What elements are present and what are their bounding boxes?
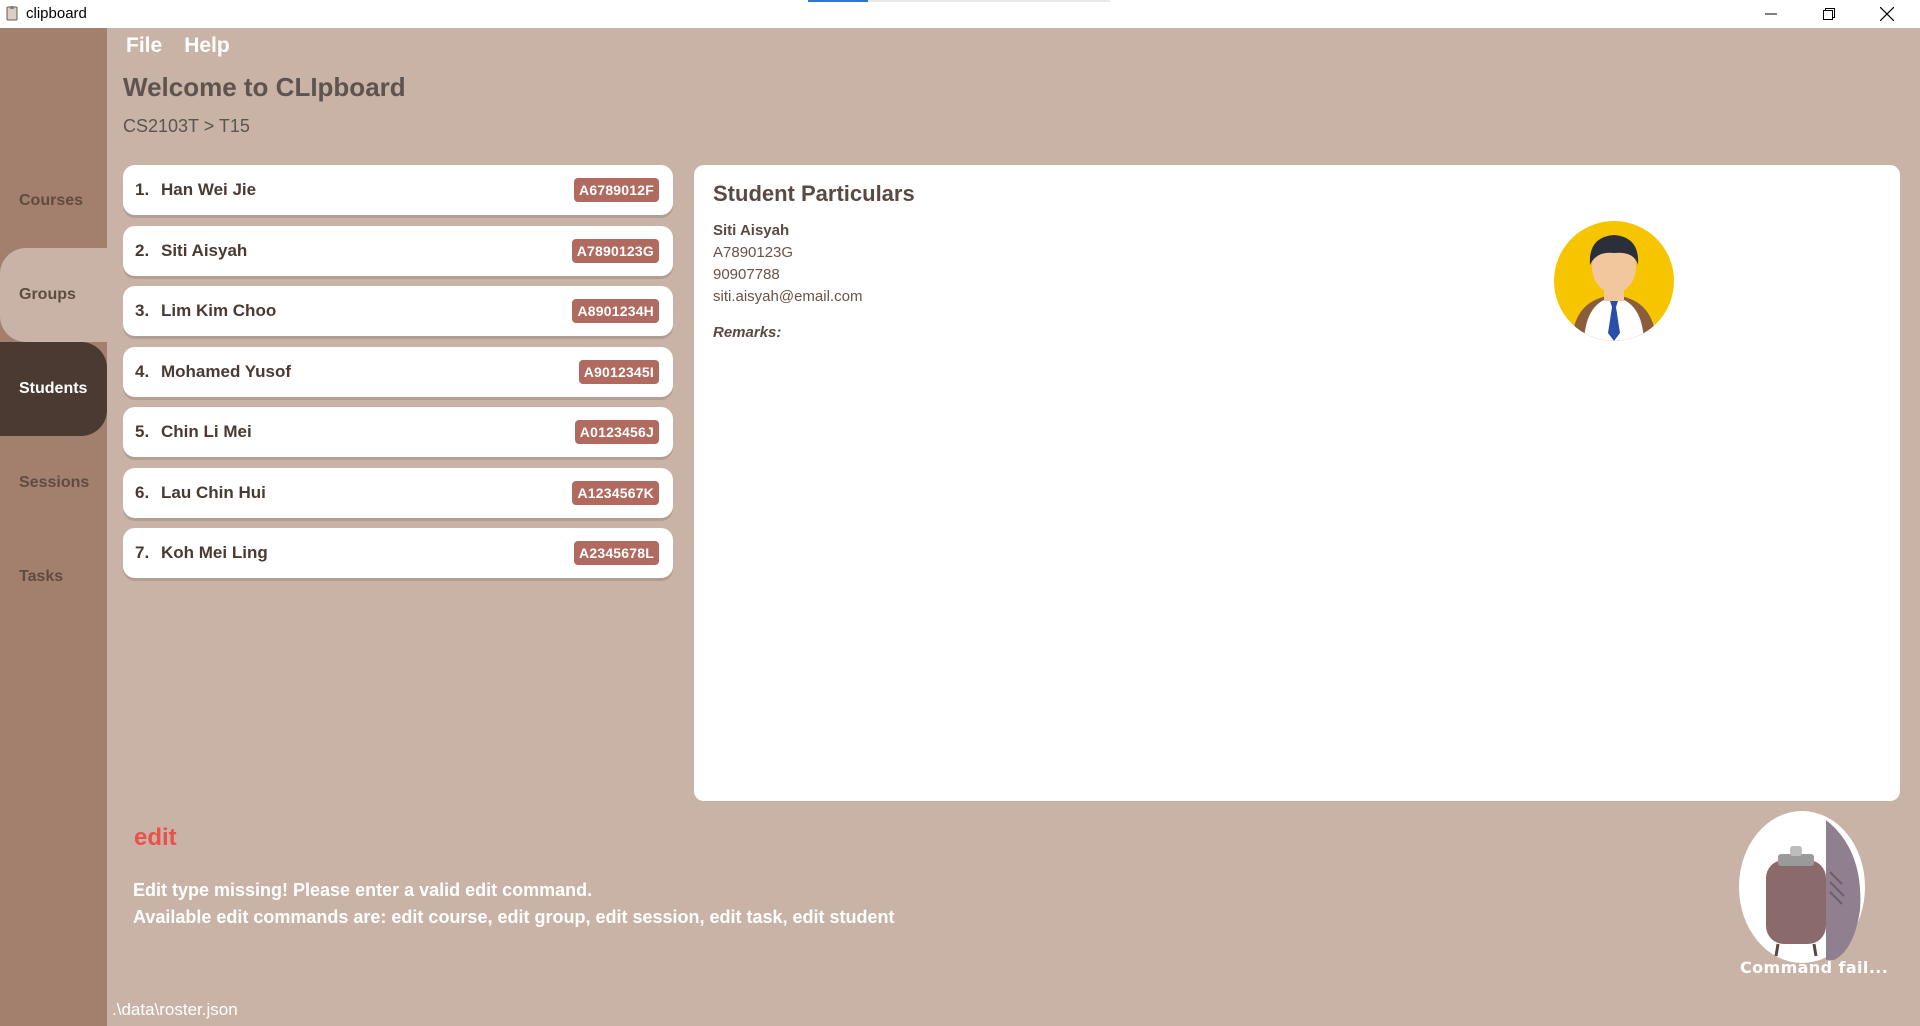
menu-file[interactable]: File [126, 34, 162, 58]
sidebar-item-students[interactable]: Students [0, 342, 107, 436]
sidebar-item-label: Courses [19, 192, 84, 209]
restore-icon [1823, 8, 1835, 20]
student-particulars-panel: Student Particulars Siti Aisyah A7890123… [694, 165, 1900, 801]
student-avatar-icon [1554, 221, 1674, 341]
list-item[interactable]: 6. Lau Chin Hui A1234567K [123, 468, 673, 518]
list-item-name: Han Wei Jie [161, 180, 257, 199]
list-item-name: Lim Kim Choo [161, 301, 277, 320]
list-item-index: 1. [135, 180, 150, 199]
list-item-name: Lau Chin Hui [161, 483, 266, 502]
close-icon [1880, 7, 1894, 21]
sidebar: Courses Groups Students Sessions Tasks [0, 28, 107, 1026]
restore-button[interactable] [1800, 0, 1858, 28]
student-id-badge: A7890123G [571, 239, 659, 263]
result-display: Edit type missing! Please enter a valid … [133, 877, 895, 931]
list-item[interactable]: 4. Mohamed Yusof A9012345I [123, 347, 673, 397]
menu-help[interactable]: Help [184, 34, 230, 58]
sidebar-item-courses[interactable]: Courses [0, 154, 107, 248]
sidebar-item-label: Sessions [19, 474, 90, 491]
panel-title: Student Particulars [713, 181, 915, 206]
list-item-index: 3. [135, 301, 150, 320]
breadcrumb: CS2103T > T15 [123, 116, 250, 136]
list-item[interactable]: 7. Koh Mei Ling A2345678L [123, 528, 673, 578]
remarks-label: Remarks: [713, 324, 782, 341]
sidebar-item-label: Students [19, 380, 88, 397]
list-item-index: 5. [135, 422, 150, 441]
taskbar-indicator [808, 0, 1110, 2]
student-id-badge: A2345678L [574, 541, 659, 565]
menu-bar: File Help [126, 34, 230, 58]
student-id-badge: A6789012F [574, 178, 659, 202]
list-item[interactable]: 2. Siti Aisyah A7890123G [123, 226, 673, 276]
list-item-name: Mohamed Yusof [161, 362, 292, 381]
result-line: Available edit commands are: edit course… [133, 907, 895, 927]
status-bar-path: .\data\roster.json [112, 1000, 238, 1019]
sidebar-item-label: Groups [19, 286, 76, 303]
student-id-badge: A0123456J [574, 420, 659, 444]
student-id-badge: A8901234H [572, 299, 659, 323]
student-id: A7890123G [713, 244, 794, 261]
sidebar-item-tasks[interactable]: Tasks [0, 530, 107, 624]
student-phone: 90907788 [713, 266, 780, 283]
student-name: Siti Aisyah [713, 222, 790, 239]
command-echo: edit [134, 824, 177, 851]
minimize-icon [1765, 13, 1777, 15]
list-item[interactable]: 5. Chin Li Mei A0123456J [123, 407, 673, 457]
window-title: clipboard [26, 5, 87, 22]
list-item-name: Koh Mei Ling [161, 543, 268, 562]
minimize-button[interactable] [1742, 0, 1800, 28]
page-title: Welcome to CLIpboard [123, 72, 406, 102]
sidebar-item-groups[interactable]: Groups [0, 248, 107, 342]
result-line: Edit type missing! Please enter a valid … [133, 880, 593, 900]
clipboard-app-icon [6, 6, 18, 21]
student-email: siti.aisyah@email.com [713, 288, 863, 305]
list-item-index: 4. [135, 362, 150, 381]
list-item-name: Siti Aisyah [161, 241, 248, 260]
student-id-badge: A1234567K [572, 481, 659, 505]
close-button[interactable] [1858, 0, 1916, 28]
sidebar-item-label: Tasks [19, 568, 64, 585]
student-id-badge: A9012345I [578, 360, 659, 384]
sidebar-item-sessions[interactable]: Sessions [0, 436, 107, 530]
list-item-index: 2. [135, 241, 150, 260]
list-item[interactable]: 1. Han Wei Jie A6789012F [123, 165, 673, 215]
clipboard-mascot-icon [1739, 811, 1865, 963]
list-item-index: 6. [135, 483, 150, 502]
list-item-index: 7. [135, 543, 150, 562]
list-item[interactable]: 3. Lim Kim Choo A8901234H [123, 286, 673, 336]
list-item-name: Chin Li Mei [161, 422, 252, 441]
window-titlebar: clipboard [0, 0, 1920, 28]
mascot-caption: Command fail... [1740, 958, 1889, 977]
